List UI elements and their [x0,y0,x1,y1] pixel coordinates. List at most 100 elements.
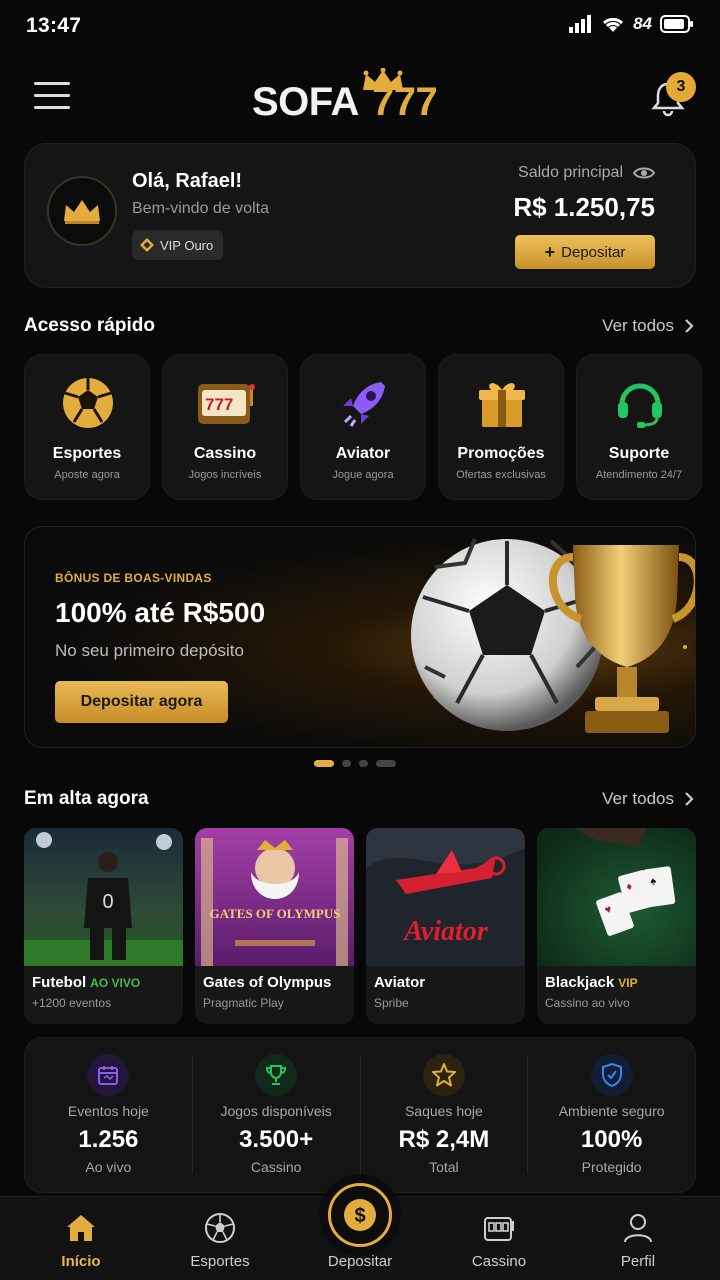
pagination-dot[interactable] [376,760,396,767]
eye-icon[interactable] [633,166,655,180]
notification-badge: 3 [666,72,696,102]
pagination-dot[interactable] [342,760,351,767]
banner-deposit-button[interactable]: Depositar agora [55,681,228,723]
chevron-right-icon [685,319,694,333]
quick-access-see-all[interactable]: Ver todos [602,316,694,336]
stat-label: Eventos hoje [67,1103,149,1119]
banner-kicker: BÔNUS DE BOAS-VINDAS [55,571,212,585]
logo: SOFA 777 [252,68,468,124]
rocket-icon [334,375,394,431]
status-time: 13:47 [26,14,82,37]
banner-pagination [314,760,396,767]
pagination-dot[interactable] [359,760,368,767]
greeting: Olá, Rafael! [132,170,243,192]
nav-label: Cassino [471,1253,527,1270]
nav-sports[interactable]: Esportes [150,1197,290,1280]
app-header: SOFA 777 3 [0,60,720,136]
dollar-coin-icon: $ [344,1199,376,1231]
trending-title: Em alta agora [24,788,149,809]
plus-icon: + [544,241,556,262]
deposit-button-label: Depositar [561,243,626,261]
trend-title-text: Gates of Olympus [203,974,332,991]
aviator-image: Aviator [366,828,525,966]
crown-icon [64,200,100,224]
deposit-button[interactable]: + Depositar [515,235,655,269]
shield-icon [590,1054,633,1096]
quick-item-label: Aviator [335,445,391,462]
stat-label: Ambiente seguro [558,1103,665,1119]
stat-secure-environment: Ambiente seguro 100% Protegido [527,1054,695,1175]
headset-icon [610,375,670,431]
logo-accent: 777 [372,80,438,124]
trend-sub: +1200 eventos [32,996,112,1010]
quick-item-sports[interactable]: Esportes Aposte agora [24,354,150,500]
nav-home[interactable]: Início [11,1197,151,1280]
menu-button[interactable] [34,82,70,112]
banner-subtitle: No seu primeiro depósito [55,641,244,660]
trend-title: Gates of Olympus [203,974,331,991]
deposit-fab[interactable]: $ [319,1174,401,1256]
see-all-label: Ver todos [602,789,674,808]
chevron-right-icon [685,792,694,806]
trophy-icon [255,1054,298,1096]
nav-casino[interactable]: Cassino [429,1197,569,1280]
trend-card-aviator[interactable]: Aviator Aviator Spribe [366,828,525,1024]
stat-sub: Ao vivo [85,1159,132,1175]
battery-percent: 84 [633,14,652,33]
quick-item-promotions[interactable]: Promoções Ofertas exclusivas [438,354,564,500]
quick-item-sub: Atendimento 24/7 [595,469,683,481]
vip-tag: VIP [618,976,638,990]
trend-card-gates-of-olympus[interactable]: GATES OF OLYMPUS Gates of Olympus Pragma… [195,828,354,1024]
nav-profile[interactable]: Perfil [568,1197,708,1280]
quick-item-support[interactable]: Suporte Atendimento 24/7 [576,354,702,500]
welcome-text: Bem-vindo de volta [132,200,269,217]
welcome-bonus-banner[interactable]: BÔNUS DE BOAS-VINDAS 100% até R$500 No s… [24,526,696,748]
soccer-ball-icon [205,1213,235,1243]
banner-title: 100% até R$500 [55,597,266,628]
quick-item-sub: Aposte agora [54,469,120,481]
svg-text:777: 777 [205,395,233,414]
vip-badge[interactable]: VIP Ouro [132,230,224,260]
soccer-ball-icon [58,375,118,431]
balance-label: Saldo principal [518,164,655,182]
nav-label: Início [61,1253,101,1270]
pagination-dot[interactable] [314,760,334,767]
trend-sub: Cassino ao vivo [545,996,630,1010]
stat-events-today: Eventos hoje 1.256 Ao vivo [25,1038,192,1192]
trending-see-all[interactable]: Ver todos [602,789,694,809]
stat-sub: Total [429,1159,459,1175]
blackjack-table-image: ♦ ♠ ♥ [537,828,696,966]
diamond-icon [140,238,154,252]
trend-card-blackjack[interactable]: ♦ ♠ ♥ Blackjack VIP Cassino ao vivo [537,828,696,1024]
quick-item-aviator[interactable]: Aviator Jogue agora [300,354,426,500]
trending-row: 0 Futebol AO VIVO +1200 eventos GATES OF … [24,828,720,1024]
nav-label: Esportes [190,1253,250,1270]
slot-machine-icon: 777 [196,375,256,431]
stat-withdrawals-today: Saques hoje R$ 2,4M Total [359,1054,528,1175]
trend-title: Futebol AO VIVO [32,974,140,991]
star-icon [422,1054,465,1096]
quick-access-title: Acesso rápido [24,315,155,336]
avatar[interactable] [47,176,117,246]
quick-item-casino[interactable]: 777 Cassino Jogos incríveis [162,354,288,500]
stat-value: 1.256 [78,1126,139,1153]
quick-item-label: Promoções [457,445,545,462]
trend-title-text: Aviator [374,974,426,991]
svg-text:$: $ [354,1205,365,1227]
nav-label: Perfil [620,1253,656,1270]
user-card: Olá, Rafael! Bem-vindo de volta VIP Ouro… [24,143,696,288]
quick-item-sub: Ofertas exclusivas [456,469,546,481]
stat-value: 3.500+ [239,1126,314,1153]
trend-sub: Pragmatic Play [203,996,284,1010]
quick-item-label: Esportes [52,445,122,462]
soccer-trophy-illustration [411,538,695,733]
battery-icon [660,15,693,33]
trend-card-football[interactable]: 0 Futebol AO VIVO +1200 eventos [24,828,183,1024]
cellular-signal-icon [569,15,592,33]
quick-item-sub: Jogue agora [332,469,394,481]
football-player-image: 0 [24,828,183,966]
art-text: GATES OF OLYMPUS [210,906,341,921]
stat-label: Jogos disponíveis [220,1103,332,1119]
art-text: Aviator [402,916,489,947]
wifi-icon [603,17,624,32]
